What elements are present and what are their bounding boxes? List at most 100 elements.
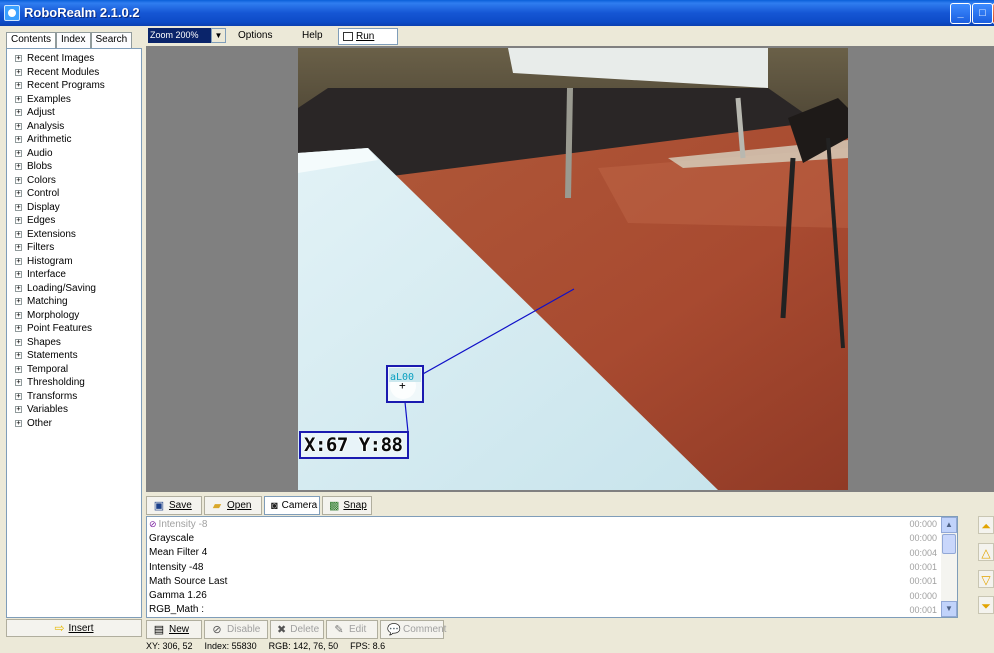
move-bottom-icon[interactable]: ⏷ [978,596,994,614]
expand-icon[interactable]: + [15,122,22,130]
help-menu[interactable]: Help [302,30,323,41]
expand-icon[interactable]: + [15,109,22,117]
expand-icon[interactable]: + [15,68,22,76]
camera-button[interactable]: ◙ Camera [264,496,320,515]
tree-item[interactable]: + Transforms [7,390,141,404]
tree-item[interactable]: + Recent Modules [7,66,141,80]
pipeline-module-name: Gamma 1.26 [149,590,207,602]
pipeline-row[interactable]: Math Source Last 00:001 [147,574,957,588]
tab-search[interactable]: Search [90,32,133,48]
expand-icon[interactable]: + [15,163,22,171]
pipeline-row[interactable]: Grayscale 00:000 [147,531,957,545]
run-button[interactable]: Run [338,28,398,45]
expand-icon[interactable]: + [15,352,22,360]
tree-item[interactable]: + Recent Images [7,52,141,66]
options-menu[interactable]: Options [238,30,272,41]
expand-icon[interactable]: + [15,406,22,414]
tab-index[interactable]: Index [56,32,91,48]
tree-item[interactable]: + Blobs [7,160,141,174]
tree-item[interactable]: + Control [7,187,141,201]
move-down-icon[interactable]: ▽ [978,570,994,588]
tree-item[interactable]: + Histogram [7,255,141,269]
zoom-select[interactable]: Zoom 200% ▼ [148,28,226,43]
tree-item[interactable]: + Variables [7,403,141,417]
expand-icon[interactable]: + [15,149,22,157]
tree-item[interactable]: + Loading/Saving [7,282,141,296]
tree-item[interactable]: + Recent Programs [7,79,141,93]
expand-icon[interactable]: + [15,203,22,211]
tree-item[interactable]: + Point Features [7,322,141,336]
pipeline-module-time: 00:001 [909,604,937,615]
expand-icon[interactable]: + [15,271,22,279]
expand-icon[interactable]: + [15,230,22,238]
expand-icon[interactable]: + [15,325,22,333]
comment-button[interactable]: 💬 Comment [380,620,446,639]
pipeline-row[interactable]: ⊘ Intensity -8 00:000 [147,517,957,531]
tree-item[interactable]: + Statements [7,349,141,363]
maximize-button[interactable]: □ [972,3,993,24]
module-tree[interactable]: + Recent Images + Recent Modules + Recent Pro… [6,48,142,618]
camera-image[interactable]: aL00 + X:67 Y:88 [298,48,848,490]
tree-item[interactable]: + Thresholding [7,376,141,390]
expand-icon[interactable]: + [15,311,22,319]
expand-icon[interactable]: + [15,365,22,373]
tree-item[interactable]: + Audio [7,147,141,161]
expand-icon[interactable]: + [15,298,22,306]
tree-item[interactable]: + Adjust [7,106,141,120]
pipeline-row[interactable]: RGB_Math : 00:001 [147,603,957,617]
expand-icon[interactable]: + [15,338,22,346]
expand-icon[interactable]: + [15,217,22,225]
move-top-icon[interactable]: ⏶ [978,516,994,534]
pipeline-list[interactable]: ⊘ Intensity -8 00:000 Grayscale 00:000 Mean F… [146,516,958,618]
tree-item[interactable]: + Examples [7,93,141,107]
tree-item[interactable]: + Display [7,201,141,215]
expand-icon[interactable]: + [15,244,22,252]
tree-item[interactable]: + Other [7,417,141,431]
tab-contents[interactable]: Contents [6,32,57,48]
chevron-down-icon[interactable]: ▼ [211,28,226,43]
tree-item[interactable]: + Extensions [7,228,141,242]
pipeline-row[interactable]: Mean Filter 4 00:004 [147,546,957,560]
pipeline-row[interactable]: Gamma 1.26 00:000 [147,588,957,602]
tree-item[interactable]: + Edges [7,214,141,228]
disable-button[interactable]: ⊘ Disable [204,620,268,639]
expand-icon[interactable]: + [15,95,22,103]
expand-icon[interactable]: + [15,136,22,144]
open-button[interactable]: ▰ Open [204,496,262,515]
tree-item-label: Shapes [27,336,61,348]
tree-item[interactable]: + Shapes [7,336,141,350]
tree-item[interactable]: + Interface [7,268,141,282]
expand-icon[interactable]: + [15,55,22,63]
tree-item-label: Recent Programs [27,80,105,92]
tree-item[interactable]: + Matching [7,295,141,309]
pipeline-module-time: 00:001 [909,576,937,587]
tree-item[interactable]: + Filters [7,241,141,255]
tree-item[interactable]: + Arithmetic [7,133,141,147]
delete-button[interactable]: ✖ Delete [270,620,324,639]
scroll-down-icon[interactable]: ▼ [941,601,957,617]
scroll-up-icon[interactable]: ▲ [941,517,957,533]
tree-item[interactable]: + Analysis [7,120,141,134]
expand-icon[interactable]: + [15,284,22,292]
expand-icon[interactable]: + [15,257,22,265]
insert-button[interactable]: ⇨ Insert [6,619,142,637]
pipeline-scrollbar[interactable]: ▲ ▼ [941,517,957,617]
snap-button[interactable]: ▩ Snap [322,496,372,515]
expand-icon[interactable]: + [15,379,22,387]
expand-icon[interactable]: + [15,419,22,427]
tree-item[interactable]: + Morphology [7,309,141,323]
minimize-button[interactable]: _ [950,3,971,24]
new-button[interactable]: ▤ New [146,620,202,639]
expand-icon[interactable]: + [15,392,22,400]
expand-icon[interactable]: + [15,176,22,184]
pipeline-row[interactable]: Intensity -48 00:001 [147,560,957,574]
edit-button[interactable]: ✎ Edit [326,620,378,639]
scroll-thumb[interactable] [942,534,956,554]
move-up-icon[interactable]: △ [978,543,994,561]
expand-icon[interactable]: + [15,82,22,90]
snapshot-icon: ▩ [329,499,340,512]
save-button[interactable]: ▣ Save [146,496,202,515]
tree-item[interactable]: + Colors [7,174,141,188]
expand-icon[interactable]: + [15,190,22,198]
tree-item[interactable]: + Temporal [7,363,141,377]
